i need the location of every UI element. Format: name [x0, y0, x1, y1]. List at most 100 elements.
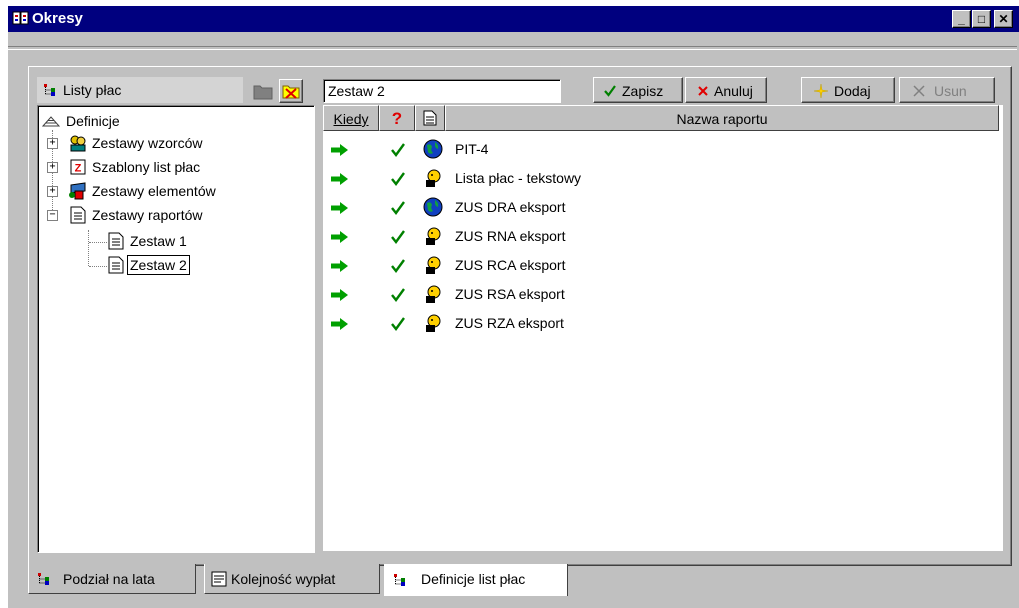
- tab-kolejnosc-wyplat[interactable]: Kolejność wypłat: [204, 564, 380, 594]
- arrow-right-icon: [331, 202, 348, 214]
- payroll-list-icon: [38, 573, 49, 585]
- template-icon: Z: [70, 159, 86, 175]
- report-name: Lista płac - tekstowy: [455, 170, 582, 186]
- report-name: ZUS RZA eksport: [455, 315, 564, 331]
- set-name-value: Zestaw 2: [328, 83, 385, 99]
- tree-label: Zestawy raportów: [92, 207, 203, 223]
- reports-grid: Kiedy ? Nazwa raportu PIT-4 Lista płac - …: [323, 105, 1003, 551]
- tab-definicje-list-plac[interactable]: Definicje list płac: [384, 564, 568, 596]
- globe-icon: [423, 197, 443, 217]
- person-icon: [426, 227, 441, 245]
- close-icon: ✕: [998, 12, 1009, 26]
- app-book-icon: [12, 11, 29, 25]
- maximize-icon: □: [977, 12, 986, 26]
- expand-icon[interactable]: +: [47, 186, 58, 197]
- table-row[interactable]: ZUS RZA eksport: [323, 309, 999, 337]
- title-bar[interactable]: Okresy _ □ ✕: [8, 6, 1019, 32]
- tree-label: Szablony list płac: [92, 159, 201, 175]
- payroll-list-icon: [44, 84, 55, 96]
- tab-label: Kolejność wypłat: [231, 571, 336, 587]
- report-name: PIT-4: [455, 141, 489, 157]
- check-icon: [391, 230, 405, 244]
- tree-label: Definicje: [66, 113, 120, 129]
- folder-icon: [253, 85, 273, 100]
- person-icon: [426, 169, 441, 187]
- arrow-right-icon: [331, 318, 348, 330]
- arrow-right-icon: [331, 289, 348, 301]
- payroll-lists-label: Listy płac: [63, 82, 122, 98]
- globe-icon: [423, 139, 443, 159]
- definitions-tab-panel: Listy płac Definicje + Zestawy wzorców +…: [28, 66, 1012, 566]
- tree-label: Zestawy wzorców: [92, 135, 203, 151]
- column-header-report[interactable]: [415, 105, 445, 131]
- payroll-list-icon: [394, 574, 405, 586]
- expand-icon[interactable]: +: [47, 138, 58, 149]
- check-icon: [391, 172, 405, 186]
- column-header-kiedy[interactable]: Kiedy: [323, 105, 379, 131]
- table-row[interactable]: ZUS RSA eksport: [323, 280, 999, 308]
- tree-label-selected: Zestaw 2: [127, 255, 190, 275]
- save-button[interactable]: Zapisz: [593, 77, 683, 103]
- folder-delete-icon: [282, 85, 300, 99]
- remove-button[interactable]: Usun: [899, 77, 995, 103]
- window-title: Okresy: [32, 10, 83, 27]
- tree-line: [88, 230, 89, 266]
- tree-line: [89, 266, 107, 267]
- table-row[interactable]: ZUS RNA eksport: [323, 222, 999, 250]
- arrow-right-icon: [331, 173, 348, 185]
- payroll-lists-header: Listy płac: [37, 77, 243, 103]
- report-name: ZUS RSA eksport: [455, 286, 565, 302]
- table-row[interactable]: Lista płac - tekstowy: [323, 164, 999, 192]
- check-icon: [391, 143, 405, 157]
- report-icon: [108, 232, 124, 250]
- set-name-field[interactable]: Zestaw 2: [323, 79, 561, 103]
- tree-line: [89, 242, 107, 243]
- question-icon: ?: [391, 109, 403, 128]
- frame-divider: [8, 46, 1017, 50]
- check-icon: [391, 201, 405, 215]
- close-button[interactable]: ✕: [994, 10, 1013, 28]
- okresy-window: Okresy _ □ ✕ Listy płac Definicje + Zest…: [8, 6, 1019, 608]
- tree-label: Zestawy elementów: [92, 183, 216, 199]
- expand-icon[interactable]: +: [47, 162, 58, 173]
- maximize-button[interactable]: □: [972, 10, 991, 28]
- tab-podzial-na-lata[interactable]: Podział na lata: [28, 564, 196, 594]
- elements-icon: [69, 182, 86, 200]
- table-row[interactable]: ZUS DRA eksport: [323, 193, 999, 221]
- minimize-icon: _: [958, 12, 965, 26]
- folder-button[interactable]: [251, 79, 275, 103]
- column-header-nazwa-raportu[interactable]: Nazwa raportu: [445, 105, 999, 131]
- column-header-question[interactable]: ?: [379, 105, 415, 131]
- svg-text:Z: Z: [75, 163, 82, 175]
- person-icon: [426, 285, 441, 303]
- definitions-tree: Definicje + Zestawy wzorców + Z Szablony…: [37, 105, 315, 553]
- table-row[interactable]: PIT-4: [323, 135, 999, 163]
- report-icon: [70, 206, 86, 224]
- report-icon: [423, 110, 437, 126]
- collapse-icon[interactable]: −: [47, 210, 58, 221]
- report-name: ZUS RCA eksport: [455, 257, 566, 273]
- person-icon: [426, 314, 441, 332]
- person-icon: [426, 256, 441, 274]
- check-icon: [604, 85, 616, 97]
- report-name: ZUS DRA eksport: [455, 199, 566, 215]
- minimize-button[interactable]: _: [952, 10, 971, 28]
- remove-icon: [913, 85, 925, 97]
- tab-label: Podział na lata: [63, 571, 155, 587]
- tab-label: Definicje list płac: [421, 571, 526, 587]
- table-row[interactable]: ZUS RCA eksport: [323, 251, 999, 279]
- delete-folder-button[interactable]: [279, 79, 303, 103]
- sparkle-icon: [814, 84, 828, 98]
- arrow-right-icon: [331, 231, 348, 243]
- people-icon: [70, 135, 86, 152]
- cancel-icon: [698, 86, 708, 96]
- tab-strip: Podział na lata Kolejność wypłat Definic…: [28, 564, 1010, 600]
- check-icon: [391, 317, 405, 331]
- cancel-button[interactable]: Anuluj: [685, 77, 767, 103]
- list-icon: [211, 571, 227, 587]
- check-icon: [391, 288, 405, 302]
- report-icon: [108, 256, 124, 274]
- add-button[interactable]: Dodaj: [801, 77, 895, 103]
- definitions-icon: [42, 116, 60, 127]
- arrow-right-icon: [331, 144, 348, 156]
